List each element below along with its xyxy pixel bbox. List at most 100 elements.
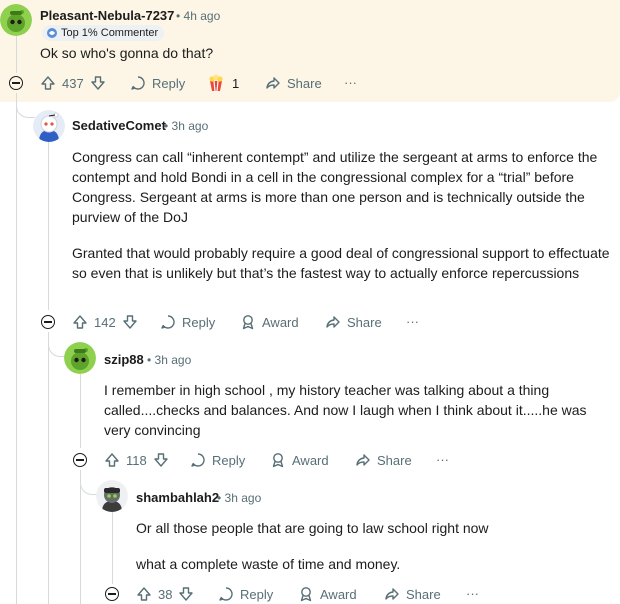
thread-line xyxy=(80,470,81,604)
award-icon xyxy=(272,453,284,468)
share-icon xyxy=(266,77,280,89)
snoo-avatar-icon xyxy=(33,110,65,142)
share-label: Share xyxy=(347,314,382,330)
upvote-icon[interactable] xyxy=(136,586,152,602)
share-button[interactable]: Share xyxy=(355,452,412,468)
flair-icon xyxy=(47,28,57,38)
thread-line xyxy=(48,138,49,310)
upvote-icon[interactable] xyxy=(104,452,120,468)
snoo-avatar-icon xyxy=(64,342,96,374)
reply-label: Reply xyxy=(152,75,186,91)
commenter-flair: Top 1% Commenter xyxy=(42,25,165,41)
chat-bubble-icon xyxy=(131,76,145,90)
award-button[interactable]: Award xyxy=(298,586,357,602)
vote-controls: 142 xyxy=(72,314,138,330)
snoo-avatar-icon xyxy=(0,4,32,36)
vote-controls: 38 xyxy=(136,586,194,602)
award-button[interactable]: Award xyxy=(240,314,299,330)
share-icon xyxy=(385,588,399,600)
award-button[interactable]: 1 xyxy=(206,73,239,93)
comment-time: 3h ago xyxy=(224,491,262,505)
more-options-button[interactable]: ··· xyxy=(436,452,449,467)
meta-separator: • xyxy=(164,119,169,133)
vote-controls: 118 xyxy=(104,452,169,468)
thread-line xyxy=(16,36,17,73)
reply-label: Reply xyxy=(182,314,216,330)
collapse-thread-button[interactable] xyxy=(105,587,119,601)
share-button[interactable]: Share xyxy=(265,75,322,91)
vote-count: 142 xyxy=(94,314,116,330)
comment-paragraph: Or all those people that are going to la… xyxy=(136,520,489,536)
comment-paragraph: I remember in high school , my history t… xyxy=(104,382,587,438)
meta-separator: • xyxy=(217,491,222,505)
more-icon: ··· xyxy=(466,586,479,601)
award-label: Award xyxy=(262,314,299,330)
more-icon: ··· xyxy=(406,314,419,329)
chat-bubble-icon xyxy=(219,587,233,601)
award-count: 1 xyxy=(232,75,240,91)
share-label: Share xyxy=(406,586,441,602)
chat-bubble-icon xyxy=(161,315,175,329)
more-options-button[interactable]: ··· xyxy=(466,586,479,601)
comment-timestamp: • 3h ago xyxy=(147,353,191,367)
user-avatar[interactable] xyxy=(0,4,32,36)
flair-label: Top 1% Commenter xyxy=(61,27,159,39)
comment-paragraph: Congress can call “inherent contempt” an… xyxy=(72,149,598,225)
collapse-thread-button[interactable] xyxy=(9,76,23,90)
collapse-thread-button[interactable] xyxy=(41,315,55,329)
reply-button[interactable]: Reply xyxy=(130,75,185,91)
comment-author[interactable]: szip88 xyxy=(104,352,144,367)
reply-button[interactable]: Reply xyxy=(218,586,273,602)
share-label: Share xyxy=(287,75,322,91)
reply-label: Reply xyxy=(212,452,246,468)
downvote-icon[interactable] xyxy=(178,586,194,602)
downvote-icon[interactable] xyxy=(122,314,138,330)
collapse-thread-button[interactable] xyxy=(73,453,87,467)
thread-branch xyxy=(16,93,35,118)
more-options-button[interactable]: ··· xyxy=(406,314,419,329)
award-label: Award xyxy=(320,586,357,602)
user-avatar[interactable] xyxy=(64,342,96,374)
vote-controls: 437 xyxy=(40,75,106,91)
snoo-avatar-icon xyxy=(96,480,128,512)
award-label: Award xyxy=(292,452,329,468)
meta-separator: • xyxy=(147,353,152,367)
share-icon xyxy=(356,454,370,466)
reply-button[interactable]: Reply xyxy=(160,314,215,330)
share-icon xyxy=(326,316,340,328)
thread-line xyxy=(112,512,113,584)
reply-button[interactable]: Reply xyxy=(190,452,245,468)
award-icon xyxy=(300,587,312,602)
upvote-icon[interactable] xyxy=(72,314,88,330)
comment-author[interactable]: Pleasant-Nebula-7237 xyxy=(40,8,174,23)
popcorn-award-icon xyxy=(209,74,223,92)
award-icon xyxy=(242,315,254,330)
comment-body: Ok so who's gonna do that? xyxy=(40,43,600,63)
downvote-icon[interactable] xyxy=(90,75,106,91)
comment-timestamp: • 3h ago xyxy=(164,119,208,133)
comment-time: 3h ago xyxy=(171,119,209,133)
more-icon: ··· xyxy=(344,75,357,90)
comment-author[interactable]: SedativeComet xyxy=(72,118,166,133)
comment-timestamp: • 4h ago xyxy=(176,9,220,23)
more-options-button[interactable]: ··· xyxy=(344,75,357,90)
user-avatar[interactable] xyxy=(96,480,128,512)
vote-count: 118 xyxy=(126,452,147,468)
user-avatar[interactable] xyxy=(33,110,65,142)
comment-body: I remember in high school , my history t… xyxy=(104,380,604,440)
award-button[interactable]: Award xyxy=(270,452,329,468)
comment-paragraph: Ok so who's gonna do that? xyxy=(40,45,214,61)
vote-count: 38 xyxy=(158,586,173,602)
comment-timestamp: • 3h ago xyxy=(217,491,261,505)
more-icon: ··· xyxy=(436,452,449,467)
comment-time: 4h ago xyxy=(183,9,221,23)
comment-body: Congress can call “inherent contempt” an… xyxy=(72,147,612,283)
vote-count: 437 xyxy=(62,75,84,91)
share-button[interactable]: Share xyxy=(325,314,382,330)
upvote-icon[interactable] xyxy=(40,75,56,91)
thread-line xyxy=(48,332,49,604)
share-button[interactable]: Share xyxy=(384,586,441,602)
comment-author[interactable]: shambahlah2 xyxy=(136,490,219,505)
reply-label: Reply xyxy=(240,586,274,602)
downvote-icon[interactable] xyxy=(153,452,169,468)
